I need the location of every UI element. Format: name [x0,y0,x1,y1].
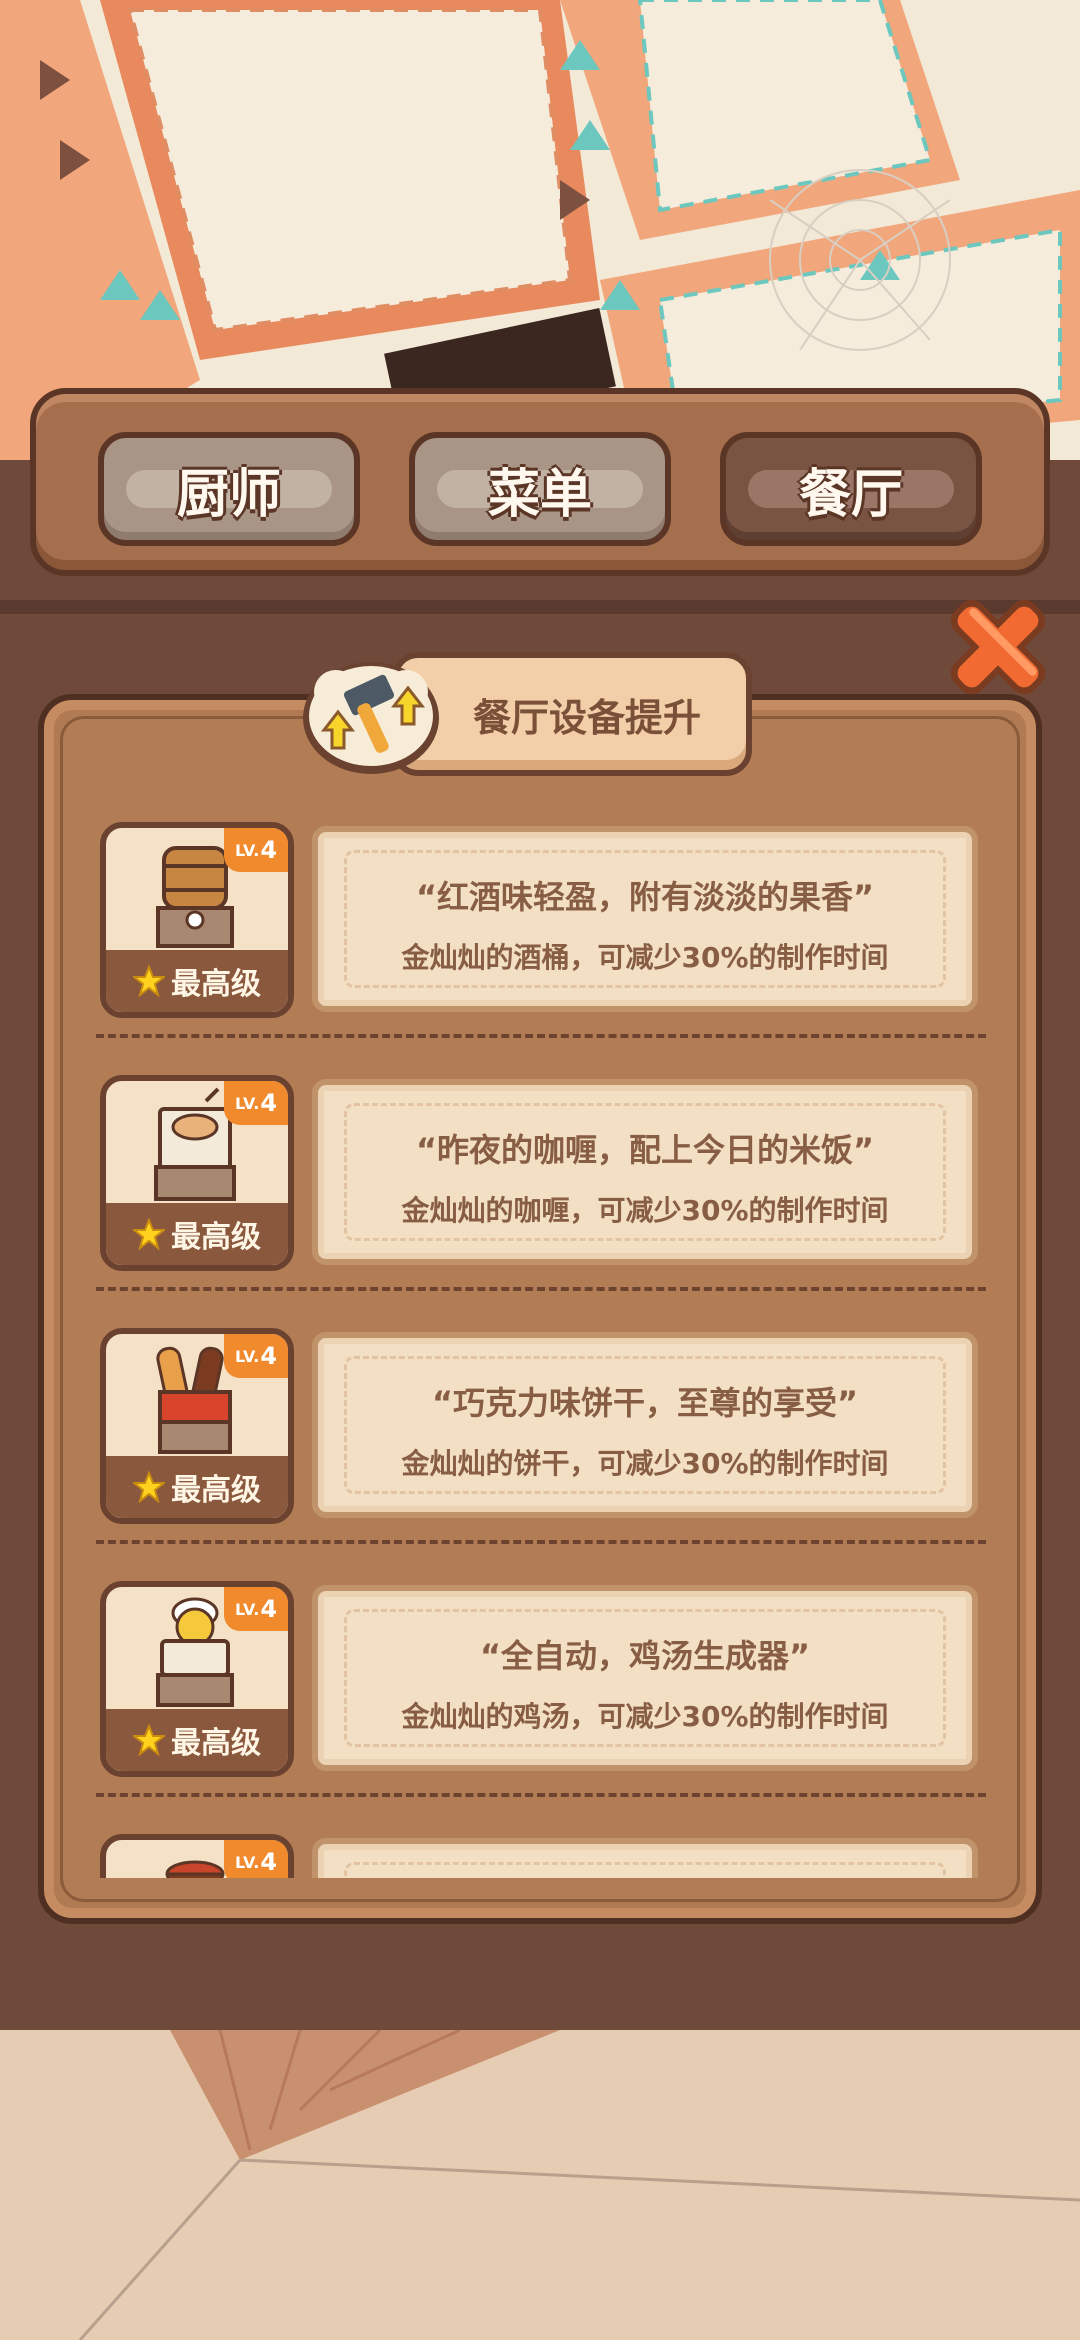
tier-label: 最高级 [171,1220,261,1255]
tab-label: 餐厅 [798,464,903,525]
close-button[interactable] [938,588,1058,706]
equipment-row[interactable]: LV. 4 最高级 “昨夜的咖喱，配上今日的米饭” 金灿灿的咖喱，可减少30%的… [60,1063,1020,1271]
level-prefix: LV. [234,1852,260,1872]
tier-strip: 最高级 [106,950,288,1012]
level-badge: LV. 4 [224,1587,288,1631]
hammer-upgrade-icon [296,652,446,780]
level-number: 4 [260,1848,278,1876]
level-badge: LV. 4 [224,1840,288,1878]
desc-border-decor [344,1862,946,1878]
equipment-description: “巧克力味饼干，至尊的享受” 金灿灿的饼干，可减少30%的制作时间 [312,1332,978,1518]
equipment-effect: 金灿灿的酒桶，可减少30%的制作时间 [401,941,889,974]
floor-background [0,2030,1080,2340]
equipment-row[interactable]: LV. 4 最高级 “全自动，鸡汤生成器” 金灿灿的鸡汤，可减少30%的制作时间 [60,1569,1020,1777]
equipment-description: “昨夜的咖喱，配上今日的米饭” 金灿灿的咖喱，可减少30%的制作时间 [312,1079,978,1265]
tab-label: 厨师 [176,464,281,525]
equipment-row[interactable]: LV. 4 最高级 “红酒味轻盈，附有淡淡的果香” 金灿灿的酒桶，可减少30%的… [60,810,1020,1018]
level-number: 4 [260,836,278,864]
panel-title-banner: 餐厅设备提升 [392,652,752,776]
equipment-description: “红酒味轻盈，附有淡淡的果香” 金灿灿的酒桶，可减少30%的制作时间 [312,826,978,1012]
equipment-icon-card[interactable]: LV. 4 最高级 [100,1581,294,1777]
equipment-list[interactable]: LV. 4 最高级 “红酒味轻盈，附有淡淡的果香” 金灿灿的酒桶，可减少30%的… [60,800,1020,1878]
equipment-effect: 金灿灿的咖喱，可减少30%的制作时间 [401,1194,889,1227]
level-number: 4 [260,1089,278,1117]
star-icon [133,965,165,997]
equipment-row[interactable]: LV. 4 [60,1822,1020,1878]
panel-title: 餐厅设备提升 [472,695,701,740]
equipment-icon-card[interactable]: LV. 4 最高级 [100,1075,294,1271]
tier-label: 最高级 [171,1726,261,1761]
equipment-quote: “昨夜的咖喱，配上今日的米饭” [415,1131,875,1169]
wall-trim [0,600,1080,614]
decor-floor-rug [78,2030,1080,2340]
tab-menu[interactable]: 菜单 [409,432,671,546]
star-icon [133,1471,165,1503]
close-x-icon [950,599,1046,695]
equipment-quote: “红酒味轻盈，附有淡淡的果香” [415,878,875,916]
equipment-icon-card[interactable]: LV. 4 最高级 [100,822,294,1018]
star-icon [133,1218,165,1250]
equipment-row[interactable]: LV. 4 最高级 “巧克力味饼干，至尊的享受” 金灿灿的饼干，可减少30%的制… [60,1316,1020,1524]
equipment-description [312,1838,978,1878]
tier-strip: 最高级 [106,1709,288,1771]
equipment-effect: 金灿灿的饼干，可减少30%的制作时间 [401,1447,889,1480]
row-divider [96,1034,986,1038]
tier-label: 最高级 [171,967,261,1002]
tier-strip: 最高级 [106,1203,288,1265]
level-badge: LV. 4 [224,828,288,872]
level-badge: LV. 4 [224,1081,288,1125]
level-number: 4 [260,1595,278,1623]
tab-chef[interactable]: 厨师 [98,432,360,546]
tab-restaurant[interactable]: 餐厅 [720,432,982,546]
row-divider [96,1287,986,1291]
level-prefix: LV. [234,1093,260,1113]
row-divider [96,1793,986,1797]
equipment-quote: “全自动，鸡汤生成器” [479,1637,811,1675]
level-number: 4 [260,1342,278,1370]
tab-label: 菜单 [487,464,592,525]
star-icon [133,1724,165,1756]
equipment-description: “全自动，鸡汤生成器” 金灿灿的鸡汤，可减少30%的制作时间 [312,1585,978,1771]
tier-label: 最高级 [171,1473,261,1508]
level-prefix: LV. [234,1346,260,1366]
row-divider [96,1540,986,1544]
equipment-icon-card[interactable]: LV. 4 [100,1834,294,1878]
equipment-effect: 金灿灿的鸡汤，可减少30%的制作时间 [401,1700,889,1733]
equipment-quote: “巧克力味饼干，至尊的享受” [431,1384,859,1422]
level-prefix: LV. [234,840,260,860]
level-badge: LV. 4 [224,1334,288,1378]
equipment-icon-card[interactable]: LV. 4 最高级 [100,1328,294,1524]
level-prefix: LV. [234,1599,260,1619]
tier-strip: 最高级 [106,1456,288,1518]
category-tab-bar: 厨师 菜单 餐厅 [30,388,1050,576]
